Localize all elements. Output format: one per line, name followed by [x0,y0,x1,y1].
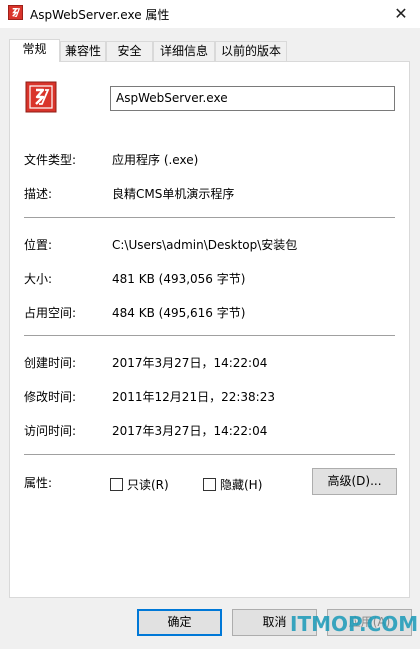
accessed-value: 2017年3月27日，14:22:04 [112,424,268,438]
size-label: 大小: [24,272,53,286]
file-type-value: 应用程序 (.exe) [112,153,199,167]
created-value: 2017年3月27日，14:22:04 [112,356,268,370]
tab-security[interactable]: 安全 [106,41,153,61]
accessed-label: 访问时间: [24,424,77,438]
readonly-checkbox-label: 只读(R) [127,478,169,492]
attributes-label: 属性: [24,476,53,490]
file-name-field[interactable]: AspWebServer.exe [110,86,395,111]
ok-button[interactable]: 确定 [137,609,222,636]
size-on-disk-label: 占用空间: [24,306,77,320]
title-bar: AspWebServer.exe 属性 ✕ [0,0,420,28]
exe-file-icon [25,81,57,113]
modified-label: 修改时间: [24,390,77,404]
size-on-disk-value: 484 KB (495,616 字节) [112,306,246,320]
size-value: 481 KB (493,056 字节) [112,272,246,286]
watermark-logo: ITMOP.COM [290,612,419,636]
window-title: AspWebServer.exe 属性 [30,8,170,22]
modified-value: 2011年12月21日，22:38:23 [112,390,275,404]
divider [24,335,395,336]
hidden-checkbox-label: 隐藏(H) [220,478,263,492]
tab-previous-versions[interactable]: 以前的版本 [215,41,287,61]
hidden-checkbox[interactable]: 隐藏(H) [203,476,262,493]
tab-general[interactable]: 常规 [9,39,60,62]
divider [24,217,395,218]
tab-details[interactable]: 详细信息 [153,41,215,61]
tab-compatibility[interactable]: 兼容性 [60,41,106,61]
general-panel: AspWebServer.exe 文件类型: 应用程序 (.exe) 描述: 良… [9,61,410,598]
readonly-checkbox[interactable]: 只读(R) [110,476,169,493]
checkbox-box[interactable] [203,478,216,491]
file-type-label: 文件类型: [24,153,77,167]
created-label: 创建时间: [24,356,77,370]
description-value: 良精CMS单机演示程序 [112,187,235,201]
divider [24,454,395,455]
location-label: 位置: [24,238,53,252]
description-label: 描述: [24,187,53,201]
location-value: C:\Users\admin\Desktop\安装包 [112,238,298,252]
advanced-button[interactable]: 高级(D)... [312,468,397,495]
checkbox-box[interactable] [110,478,123,491]
close-icon[interactable]: ✕ [390,3,412,25]
app-icon [8,5,23,20]
